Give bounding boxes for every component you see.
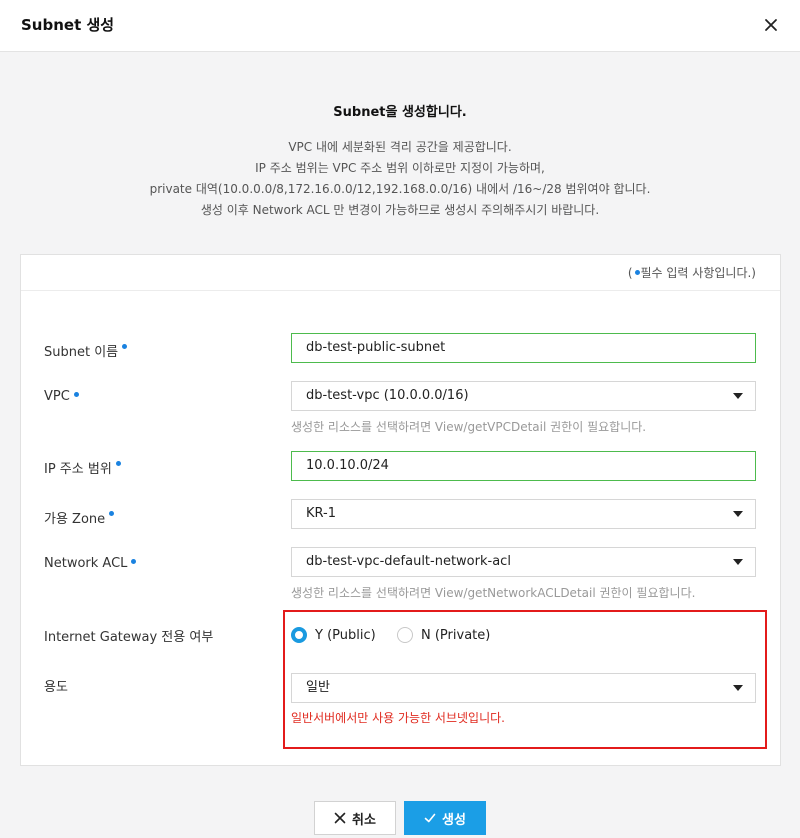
required-dot-icon: [131, 559, 137, 564]
vpc-label-text: VPC: [44, 389, 70, 404]
cancel-button-label: 취소: [352, 812, 376, 828]
panel-divider: [21, 290, 780, 291]
ip-range-label-text: IP 주소 범위: [44, 462, 112, 477]
network-acl-value: db-test-vpc-default-network-acl: [306, 554, 511, 569]
required-dot-icon: [122, 344, 128, 349]
required-note: ( 필수 입력 사항입니다.): [628, 264, 756, 281]
required-dot-icon: [634, 270, 640, 275]
intro-description: VPC 내에 세분화된 격리 공간을 제공합니다. IP 주소 범위는 VPC …: [0, 137, 800, 221]
usage-select[interactable]: 일반: [291, 673, 756, 703]
required-dot-icon: [73, 392, 79, 397]
vpc-select[interactable]: db-test-vpc (10.0.0.0/16): [291, 381, 756, 411]
internet-gateway-label: Internet Gateway 전용 여부: [44, 630, 214, 645]
zone-label-text: 가용 Zone: [44, 512, 106, 527]
network-acl-label-text: Network ACL: [44, 556, 128, 571]
radio-private-label: N (Private): [421, 627, 491, 643]
zone-label: 가용 Zone: [44, 508, 115, 527]
cancel-button[interactable]: 취소: [314, 801, 396, 835]
create-button-label: 생성: [442, 812, 466, 828]
close-icon: [334, 812, 346, 824]
subnet-name-label: Subnet 이름: [44, 341, 128, 360]
check-icon: [424, 813, 436, 823]
required-dot-icon: [109, 511, 115, 516]
subnet-name-input[interactable]: db-test-public-subnet: [291, 333, 756, 363]
intro-heading: Subnet을 생성합니다.: [333, 105, 467, 120]
close-icon: [765, 19, 777, 31]
network-acl-select[interactable]: db-test-vpc-default-network-acl: [291, 547, 756, 577]
intro-line: private 대역(10.0.0.0/8,172.16.0.0/12,192.…: [149, 182, 651, 196]
ip-range-label: IP 주소 범위: [44, 458, 121, 477]
radio-unselected-icon: [397, 627, 413, 643]
zone-select[interactable]: KR-1: [291, 499, 756, 529]
chevron-down-icon: [733, 393, 743, 399]
close-button[interactable]: [758, 12, 784, 38]
chevron-down-icon: [733, 559, 743, 565]
form-panel: ( 필수 입력 사항입니다.) Subnet 이름 db-test-public-…: [20, 254, 781, 766]
required-note-open: (: [627, 266, 633, 280]
radio-private[interactable]: N (Private): [397, 627, 490, 643]
intro-line: VPC 내에 세분화된 격리 공간을 제공합니다.: [288, 140, 512, 154]
dialog-header: Subnet 생성: [0, 0, 800, 52]
radio-selected-icon: [291, 627, 307, 643]
create-button[interactable]: 생성: [404, 801, 486, 835]
chevron-down-icon: [733, 685, 743, 691]
radio-public-label: Y (Public): [315, 627, 376, 643]
dialog-title: Subnet 생성: [21, 16, 115, 34]
network-acl-hint: 생성한 리소스를 선택하려면 View/getNetworkACLDetail …: [291, 586, 696, 600]
network-acl-label: Network ACL: [44, 556, 137, 571]
usage-value: 일반: [306, 680, 330, 695]
ip-range-input[interactable]: 10.0.10.0/24: [291, 451, 756, 481]
ip-range-value: 10.0.10.0/24: [306, 458, 389, 473]
radio-public[interactable]: Y (Public): [291, 627, 376, 643]
zone-value: KR-1: [306, 506, 336, 521]
usage-label: 용도: [44, 680, 68, 695]
intro-line: IP 주소 범위는 VPC 주소 범위 이하로만 지정이 가능하며,: [255, 161, 545, 175]
vpc-value: db-test-vpc (10.0.0.0/16): [306, 388, 469, 403]
required-note-text: 필수 입력 사항입니다.): [640, 266, 757, 280]
vpc-label: VPC: [44, 389, 79, 404]
intro-line: 생성 이후 Network ACL 만 변경이 가능하므로 생성시 주의해주시기…: [200, 203, 600, 217]
required-dot-icon: [115, 461, 121, 466]
subnet-name-value: db-test-public-subnet: [306, 340, 446, 355]
subnet-name-label-text: Subnet 이름: [44, 345, 119, 360]
chevron-down-icon: [733, 511, 743, 517]
usage-warning: 일반서버에서만 사용 가능한 서브넷입니다.: [291, 711, 505, 725]
vpc-hint: 생성한 리소스를 선택하려면 View/getVPCDetail 권한이 필요합…: [291, 420, 647, 434]
